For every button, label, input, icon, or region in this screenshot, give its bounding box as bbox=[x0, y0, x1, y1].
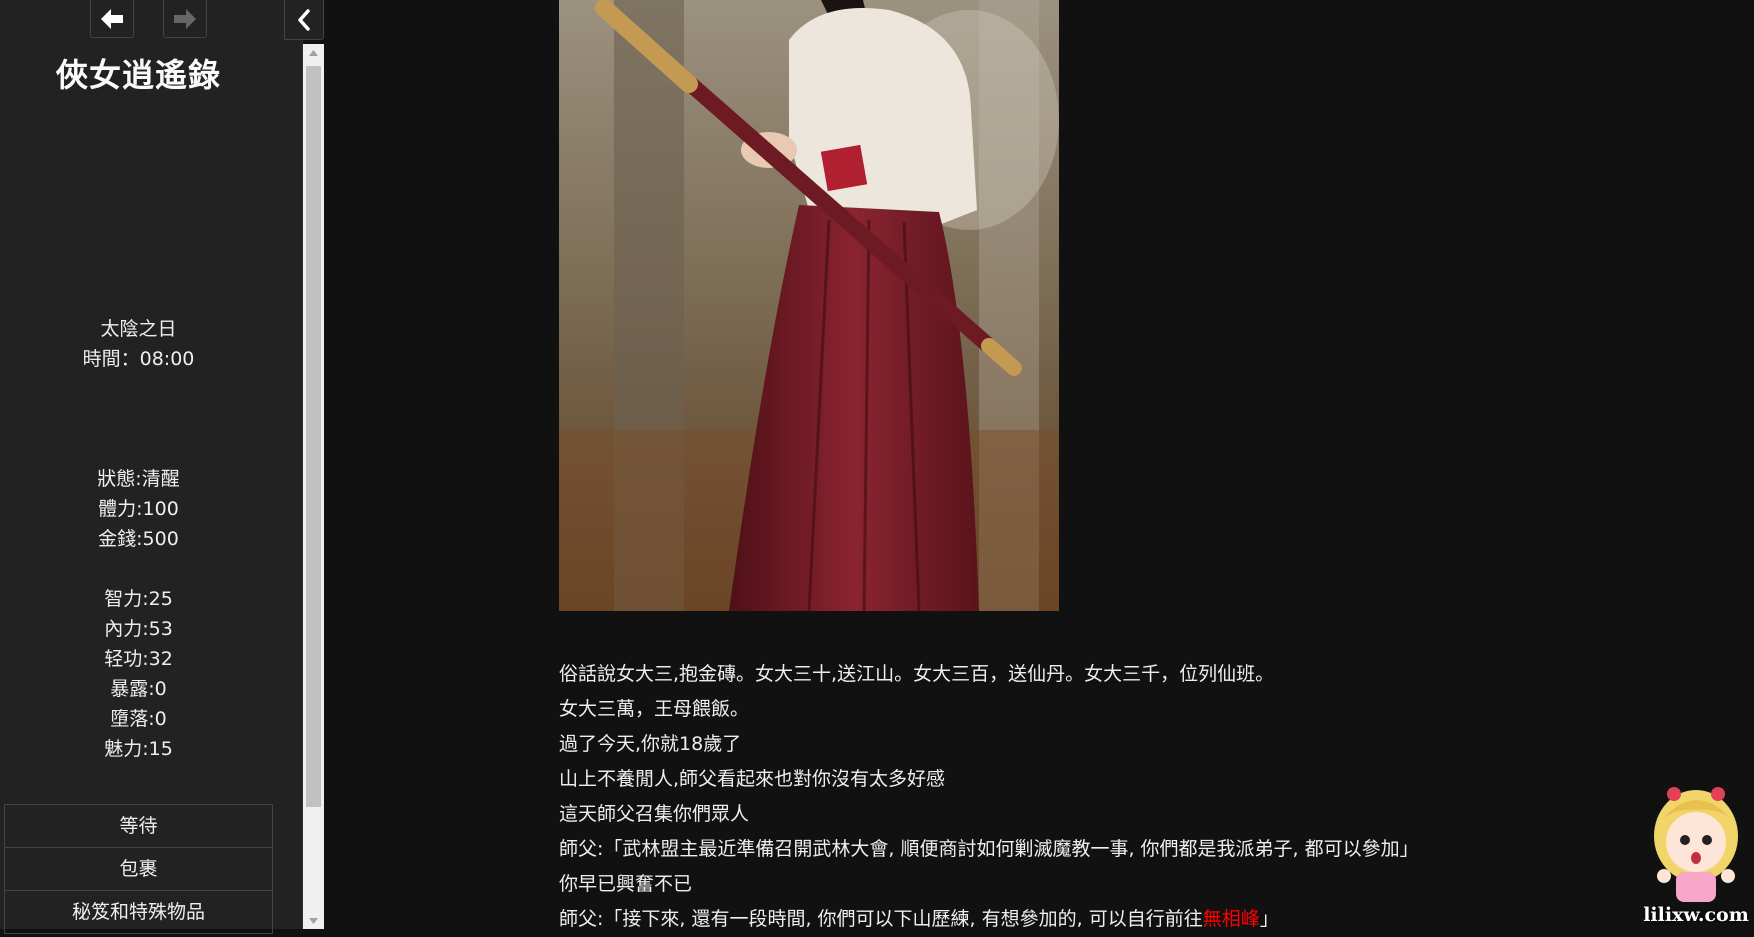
passage-line: 俗話說女大三,抱金磚。女大三十,送江山。女大三百，送仙丹。女大三千，位列仙班。 bbox=[559, 663, 1275, 685]
passage-line-suffix: 」 bbox=[1259, 908, 1279, 930]
date-block: 太陰之日 時間：08:00 bbox=[0, 314, 277, 374]
passage-image bbox=[559, 0, 1059, 611]
inner-power-stat: 內力:53 bbox=[104, 618, 173, 640]
sidebar-scrollbar[interactable] bbox=[303, 44, 324, 929]
passage-text: 俗話說女大三,抱金磚。女大三十,送江山。女大三百，送仙丹。女大三千，位列仙班。 … bbox=[559, 657, 1559, 937]
menu-item-secret-books[interactable]: 秘笈和特殊物品 bbox=[4, 891, 273, 934]
passage-line: 師父:「武林盟主最近準備召開武林大會, 順便商討如何剿滅魔教一事, 你們都是我派… bbox=[559, 838, 1419, 860]
passage-line: 山上不養閒人,師父看起來也對你沒有太多好感 bbox=[559, 768, 946, 790]
site-watermark: lilixw.com bbox=[1640, 780, 1752, 929]
state-stat: 狀態:清醒 bbox=[97, 468, 180, 490]
history-forward-button[interactable] bbox=[163, 0, 207, 38]
status-block: 狀態:清醒 體力:100 金錢:500 bbox=[0, 464, 277, 554]
arrow-right-icon bbox=[174, 8, 196, 29]
watermark-text: lilixw.com bbox=[1643, 904, 1749, 926]
sidebar-menu: 等待 包裹 秘笈和特殊物品 bbox=[4, 804, 273, 934]
passage-line: 過了今天,你就18歲了 bbox=[559, 733, 742, 755]
chevron-left-icon bbox=[298, 8, 310, 31]
location-link-wuxiangfeng[interactable]: 無相峰 bbox=[1203, 908, 1260, 930]
sidebar: 俠女逍遙錄 太陰之日 時間：08:00 狀態:清醒 體力:100 金錢:500 … bbox=[0, 0, 303, 934]
attributes-block: 智力:25 內力:53 轻功:32 暴露:0 墮落:0 魅力:15 bbox=[0, 584, 277, 764]
agility-stat: 轻功:32 bbox=[104, 648, 173, 670]
passage-line-prefix: 師父:「接下來, 還有一段時間, 你們可以下山歷練, 有想參加的, 可以自行前往 bbox=[559, 908, 1203, 930]
money-stat: 金錢:500 bbox=[98, 528, 179, 550]
stamina-stat: 體力:100 bbox=[98, 498, 179, 520]
scroll-down-arrow-icon[interactable] bbox=[303, 912, 324, 929]
passage-line: 女大三萬，王母餵飯。 bbox=[559, 698, 750, 720]
menu-item-inventory[interactable]: 包裹 bbox=[4, 848, 273, 891]
passage-line-last: 師父:「接下來, 還有一段時間, 你們可以下山歷練, 有想參加的, 可以自行前往… bbox=[559, 902, 1559, 937]
scrollbar-thumb[interactable] bbox=[306, 66, 321, 807]
passage-line: 這天師父召集你們眾人 bbox=[559, 803, 750, 825]
story-title: 俠女逍遙錄 bbox=[55, 56, 221, 94]
swordswoman-photo bbox=[559, 0, 1059, 611]
menu-item-wait[interactable]: 等待 bbox=[4, 805, 273, 848]
charm-stat: 魅力:15 bbox=[104, 738, 173, 760]
day-label: 太陰之日 bbox=[100, 318, 177, 340]
mascot-girl-icon bbox=[1654, 787, 1738, 902]
intelligence-stat: 智力:25 bbox=[104, 588, 173, 610]
scroll-up-arrow-icon[interactable] bbox=[303, 44, 324, 61]
history-back-button[interactable] bbox=[90, 0, 134, 38]
passage-line: 你早已興奮不已 bbox=[559, 873, 693, 895]
corruption-stat: 墮落:0 bbox=[110, 708, 167, 730]
exposure-stat: 暴露:0 bbox=[110, 678, 167, 700]
arrow-left-icon bbox=[101, 8, 123, 29]
time-label: 時間：08:00 bbox=[82, 348, 195, 370]
sidebar-collapse-button[interactable] bbox=[284, 0, 324, 40]
